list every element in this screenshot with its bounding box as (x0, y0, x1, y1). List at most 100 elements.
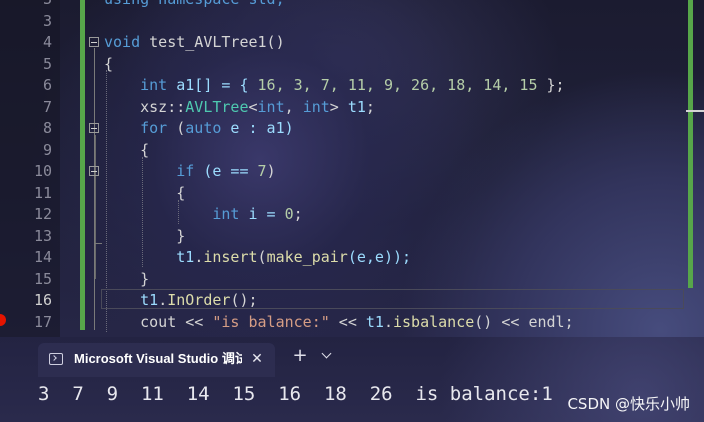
code-text: void test_AVLTree1() (104, 32, 285, 54)
code-token: { (104, 54, 114, 73)
code-token: AVLTree (185, 97, 249, 116)
code-token: int (104, 205, 240, 223)
code-text: t1.InOrder(); (104, 290, 257, 312)
code-text: { (104, 140, 149, 162)
code-line[interactable]: 17 cout << "is balance:" << t1.isbalance… (0, 312, 690, 334)
close-icon[interactable]: ✕ (248, 350, 266, 368)
code-token: ; (365, 97, 375, 116)
code-token: . (383, 312, 393, 331)
fold-toggle-icon[interactable] (89, 37, 99, 47)
code-text: cout << "is balance:" << t1.isbalance() … (104, 312, 574, 334)
code-line[interactable]: 3 (0, 11, 690, 33)
code-token: ; (293, 205, 303, 223)
code-token: t1 (347, 97, 366, 116)
code-token: test_AVLTree1() (140, 33, 285, 51)
code-token: (e,e)); (347, 248, 412, 266)
code-line[interactable]: 13 } (0, 226, 690, 248)
fold-toggle-icon[interactable] (89, 166, 99, 176)
code-token: auto (185, 119, 222, 137)
code-text: if (e == 7) (104, 161, 276, 183)
line-number: 7 (42, 97, 52, 116)
code-token: int (257, 97, 285, 116)
code-line[interactable]: 10 if (e == 7) (0, 161, 690, 183)
code-line[interactable]: 12 int i = 0; (0, 204, 690, 226)
code-text: { (104, 54, 113, 76)
code-token: < (248, 97, 258, 116)
code-line[interactable]: 11 { (0, 183, 690, 205)
code-text: xsz::AVLTree<int, int> t1; (104, 97, 375, 119)
new-tab-button[interactable]: + (290, 347, 310, 367)
code-token: () << endl; (474, 312, 574, 331)
code-token: } (104, 269, 150, 288)
code-token: ) (266, 162, 276, 180)
code-line[interactable]: 3 using namespace std; (0, 0, 690, 11)
code-line[interactable]: 6 int a1[] = { 16, 3, 7, 11, 9, 26, 18, … (0, 75, 690, 97)
line-number: 15 (33, 269, 52, 288)
line-number: 13 (33, 226, 52, 245)
console-output: 3 7 9 11 14 15 16 18 26 is balance:1 (38, 383, 553, 405)
code-token: { (104, 140, 150, 159)
line-number: 17 (33, 312, 52, 331)
code-token: (e == (194, 162, 258, 180)
code-token: make_pair (266, 248, 348, 266)
code-text: t1.insert(make_pair(e,e)); (104, 247, 411, 269)
code-line[interactable]: 8 for (auto e : a1) (0, 118, 690, 140)
tab-title: Microsoft Visual Studio 调试控制台 (74, 351, 242, 366)
code-text: using namespace std; (104, 0, 285, 11)
code-token: "is balance:" (212, 312, 330, 331)
code-token: i = (239, 205, 285, 223)
code-token: t1 (104, 248, 195, 266)
code-token: } (104, 226, 186, 245)
code-token: << (329, 312, 366, 331)
code-token: isbalance (393, 312, 475, 331)
line-number: 14 (33, 248, 52, 266)
chevron-down-icon[interactable] (322, 351, 331, 360)
code-token: int (302, 97, 330, 116)
code-token: 7 (257, 162, 267, 180)
code-token: void (104, 33, 141, 51)
code-line[interactable]: 7 xsz::AVLTree<int, int> t1; (0, 97, 690, 119)
code-editor[interactable]: 3 using namespace std; 3 4 void test_AVLTree… (0, 0, 704, 337)
code-token: ( (257, 248, 267, 266)
code-token: using namespace std; (104, 0, 285, 8)
line-number: 11 (33, 183, 52, 202)
code-text: { (104, 183, 185, 205)
code-line[interactable]: 9 { (0, 140, 690, 162)
code-text: } (104, 226, 185, 248)
console-icon (49, 353, 63, 365)
line-number: 12 (33, 205, 52, 223)
code-token: { (104, 183, 186, 202)
code-token: ( (167, 119, 186, 137)
line-number: 8 (42, 119, 52, 137)
code-text: int i = 0; (104, 204, 303, 226)
line-number: 10 (33, 162, 52, 180)
code-token: a1[] = { (167, 76, 258, 94)
code-token: int (104, 76, 168, 94)
code-token: > (329, 97, 348, 116)
code-token: 0 (284, 205, 294, 223)
code-token: insert (203, 248, 258, 266)
code-token: InOrder (167, 291, 231, 309)
code-token: }; (537, 76, 565, 94)
line-number: 6 (42, 76, 52, 94)
code-token: 16, 3, 7, 11, 9, 26, 18, 14, 15 (257, 76, 538, 94)
code-token: t1 (365, 312, 384, 331)
watermark: CSDN @快乐小帅 (567, 395, 690, 413)
code-token: cout << (104, 312, 213, 331)
code-line[interactable]: 4 void test_AVLTree1() (0, 32, 690, 54)
line-number: 16 (33, 291, 52, 309)
code-token: e : a1) (221, 119, 294, 137)
line-number: 9 (42, 140, 52, 159)
code-token: xsz (104, 97, 168, 116)
tab-debug-console[interactable]: Microsoft Visual Studio 调试控制台 ✕ (38, 343, 275, 377)
fold-toggle-icon[interactable] (89, 123, 99, 133)
terminal-tab-bar: Microsoft Visual Studio 调试控制台 ✕ + (0, 337, 704, 377)
code-text: } (104, 269, 149, 291)
code-line[interactable]: 16 t1.InOrder(); (0, 290, 690, 312)
line-number: 5 (42, 54, 52, 73)
code-line[interactable]: 15 } (0, 269, 690, 291)
code-line[interactable]: 14 t1.insert(make_pair(e,e)); (0, 247, 690, 269)
code-text: for (auto e : a1) (104, 118, 294, 140)
code-text: int a1[] = { 16, 3, 7, 11, 9, 26, 18, 14… (104, 75, 565, 97)
code-line[interactable]: 5{ (0, 54, 690, 76)
